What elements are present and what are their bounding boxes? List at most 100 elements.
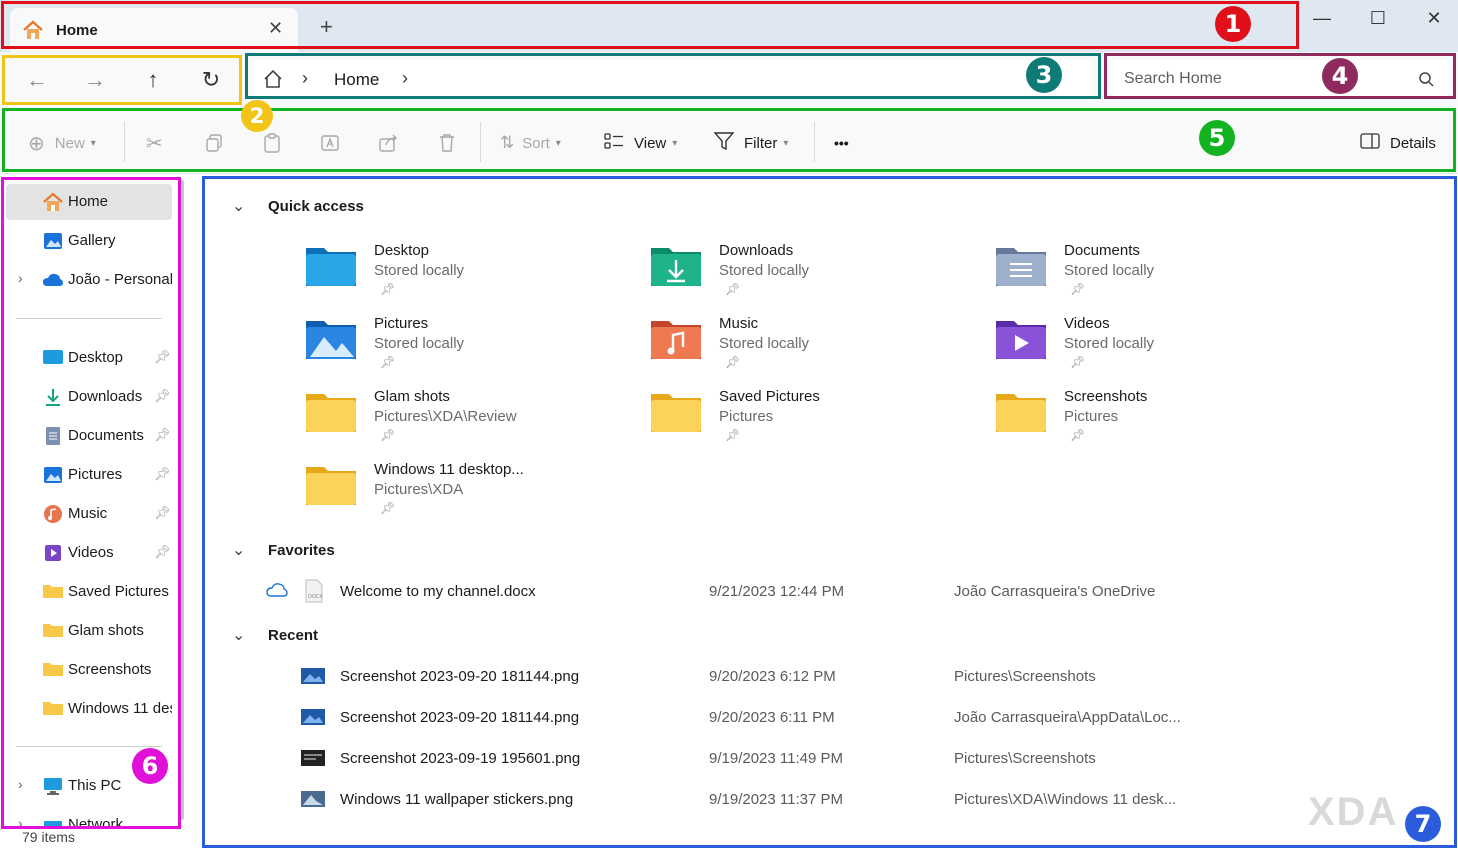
recent-file-row[interactable]: Windows 11 wallpaper stickers.png 9/19/2… <box>290 783 1390 817</box>
item-name: Saved Pictures <box>719 388 820 405</box>
pin-icon: 📌︎ <box>1070 282 1086 296</box>
sidebar-item-pictures[interactable]: Pictures 📌︎ <box>6 457 172 493</box>
sidebar-item-home[interactable]: Home <box>6 184 172 220</box>
download-icon <box>42 387 64 407</box>
chevron-right-icon[interactable]: › <box>18 776 23 792</box>
sidebar-item-glam-shots[interactable]: Glam shots <box>6 613 172 649</box>
sidebar-item-music[interactable]: Music 📌︎ <box>6 496 172 532</box>
quick-access-downloads[interactable]: Downloads Stored locally 📌︎ <box>649 240 969 306</box>
search-input[interactable]: Search Home <box>1110 60 1450 98</box>
chevron-right-icon[interactable]: › <box>18 815 23 827</box>
filter-icon <box>713 132 735 154</box>
tab-home[interactable]: Home ✕ <box>10 8 298 52</box>
new-tab-button[interactable]: + <box>320 16 333 38</box>
rename-icon[interactable] <box>320 130 342 156</box>
sidebar-item-desktop[interactable]: Desktop 📌︎ <box>6 340 172 376</box>
sidebar-item-label: Saved Pictures <box>68 583 169 600</box>
sidebar-item-network[interactable]: › Network <box>6 807 172 827</box>
chevron-down-icon[interactable]: ⌄ <box>232 625 260 645</box>
folder-icon <box>42 582 64 602</box>
chevron-right-icon[interactable]: › <box>402 68 408 89</box>
section-title: Recent <box>268 626 319 644</box>
home-icon[interactable] <box>262 68 284 95</box>
item-location: Pictures\XDA <box>374 481 464 498</box>
chevron-down-icon: ▾ <box>555 137 561 149</box>
recent-file-row[interactable]: Screenshot 2023-09-20 181144.png 9/20/20… <box>290 660 1390 694</box>
sidebar-item-label: Screenshots <box>68 661 152 678</box>
sidebar-item-downloads[interactable]: Downloads 📌︎ <box>6 379 172 415</box>
copy-icon[interactable] <box>204 130 224 156</box>
share-icon[interactable] <box>378 130 400 156</box>
new-button[interactable]: ⊕ New ▾ <box>28 130 96 156</box>
sidebar-item-documents[interactable]: Documents 📌︎ <box>6 418 172 454</box>
gallery-icon <box>42 231 64 251</box>
quick-access-glam-shots[interactable]: Glam shots Pictures\XDA\Review 📌︎ <box>304 386 624 452</box>
file-location: João Carrasqueira\AppData\Loc... <box>954 709 1181 726</box>
paste-icon[interactable] <box>262 130 282 156</box>
view-button[interactable]: View ▾ <box>604 130 677 156</box>
quick-access-desktop[interactable]: Desktop Stored locally 📌︎ <box>304 240 624 306</box>
close-tab-icon[interactable]: ✕ <box>268 18 283 39</box>
pin-icon[interactable]: 📌︎ <box>154 427 171 443</box>
pin-icon[interactable]: 📌︎ <box>154 466 171 482</box>
quick-access-music[interactable]: Music Stored locally 📌︎ <box>649 313 969 379</box>
quick-access-documents[interactable]: Documents Stored locally 📌︎ <box>994 240 1314 306</box>
chevron-down-icon[interactable]: ⌄ <box>232 196 260 216</box>
chevron-right-icon[interactable]: › <box>302 68 308 89</box>
pin-icon: 📌︎ <box>380 428 396 442</box>
search-icon[interactable] <box>1418 71 1434 92</box>
cut-icon[interactable]: ✂ <box>146 130 163 156</box>
sidebar-item-windows-11-desktop[interactable]: Windows 11 des <box>6 691 172 727</box>
cloud-status-icon <box>266 582 288 603</box>
sidebar-item-label: Pictures <box>68 466 123 483</box>
minimize-button[interactable]: — <box>1302 8 1342 36</box>
pin-icon: 📌︎ <box>725 428 741 442</box>
quick-access-screenshots[interactable]: Screenshots Pictures 📌︎ <box>994 386 1314 452</box>
back-icon[interactable]: ← <box>22 66 52 94</box>
section-recent[interactable]: ⌄ Recent <box>232 625 318 645</box>
pin-icon: 📌︎ <box>380 282 396 296</box>
breadcrumb-home[interactable]: Home <box>334 70 379 90</box>
item-location: Stored locally <box>1064 335 1155 352</box>
sidebar-item-gallery[interactable]: Gallery <box>6 223 172 259</box>
quick-access-windows-11-desktop[interactable]: Windows 11 desktop... Pictures\XDA 📌︎ <box>304 459 624 525</box>
quick-access-videos[interactable]: Videos Stored locally 📌︎ <box>994 313 1314 379</box>
sidebar-item-onedrive[interactable]: › João - Personal <box>6 262 172 298</box>
forward-icon[interactable]: → <box>80 66 110 94</box>
refresh-icon[interactable]: ↻ <box>196 66 226 94</box>
recent-file-row[interactable]: Screenshot 2023-09-19 195601.png 9/19/20… <box>290 742 1390 776</box>
pin-icon[interactable]: 📌︎ <box>154 349 171 365</box>
sidebar-item-videos[interactable]: Videos 📌︎ <box>6 535 172 571</box>
music-icon <box>42 504 64 524</box>
pin-icon[interactable]: 📌︎ <box>154 544 171 560</box>
details-button[interactable]: Details <box>1360 130 1436 156</box>
favorite-file-row[interactable]: DOCX Welcome to my channel.docx 9/21/202… <box>290 575 1390 609</box>
pin-icon[interactable]: 📌︎ <box>154 505 171 521</box>
close-window-button[interactable]: ✕ <box>1414 8 1454 36</box>
sidebar-item-screenshots[interactable]: Screenshots <box>6 652 172 688</box>
delete-icon[interactable] <box>438 130 456 156</box>
filter-button[interactable]: Filter ▾ <box>713 130 789 156</box>
image-file-icon <box>300 707 326 727</box>
section-quick-access[interactable]: ⌄ Quick access <box>232 196 364 216</box>
pin-icon[interactable]: 📌︎ <box>154 388 171 404</box>
image-file-icon <box>300 666 326 686</box>
sort-button[interactable]: ⇅ Sort ▾ <box>500 130 561 156</box>
chevron-down-icon[interactable]: ⌄ <box>232 540 260 560</box>
section-favorites[interactable]: ⌄ Favorites <box>232 540 335 560</box>
quick-access-pictures[interactable]: Pictures Stored locally 📌︎ <box>304 313 624 379</box>
chevron-down-icon: ▾ <box>783 137 789 149</box>
folder-icon <box>304 461 358 507</box>
more-options-button[interactable]: ••• <box>834 130 849 156</box>
up-icon[interactable]: ↑ <box>138 66 168 94</box>
sidebar-scrollbar[interactable] <box>180 180 184 820</box>
chevron-right-icon[interactable]: › <box>18 270 23 286</box>
maximize-button[interactable]: ☐ <box>1358 8 1398 36</box>
address-bar[interactable]: › Home › <box>252 60 1092 98</box>
recent-file-row[interactable]: Screenshot 2023-09-20 181144.png 9/20/20… <box>290 701 1390 735</box>
quick-access-saved-pictures[interactable]: Saved Pictures Pictures 📌︎ <box>649 386 969 452</box>
chevron-down-icon: ▾ <box>90 137 96 149</box>
annotation-badge-1: 1 <box>1215 6 1251 42</box>
folder-icon <box>42 660 64 680</box>
sidebar-item-saved-pictures[interactable]: Saved Pictures <box>6 574 172 610</box>
